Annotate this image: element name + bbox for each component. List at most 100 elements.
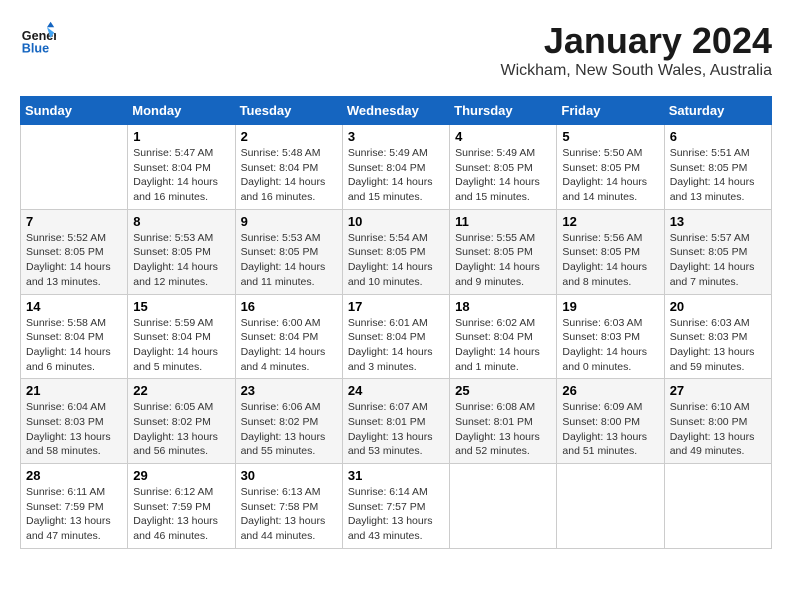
calendar-cell: 30Sunrise: 6:13 AMSunset: 7:58 PMDayligh…	[235, 464, 342, 549]
day-number: 7	[26, 214, 122, 229]
calendar-cell: 23 Sunrise: 6:06 AMSunset: 8:02 PMDayligh…	[235, 379, 342, 464]
calendar-week-row: 14Sunrise: 5:58 AMSunset: 8:04 PMDayligh…	[21, 294, 772, 379]
calendar-cell: 17 Sunrise: 6:01 AMSunset: 8:04 PMDayligh…	[342, 294, 449, 379]
day-info: Sunrise: 6:01 AMSunset: 8:04 PMDaylight:…	[348, 316, 444, 375]
day-info: Sunrise: 5:48 AMSunset: 8:04 PMDaylight:…	[241, 146, 337, 205]
weekday-header-thursday: Thursday	[450, 97, 557, 125]
page-header: General Blue January 2024 Wickham, New S…	[20, 20, 772, 80]
calendar-cell: 28 Sunrise: 6:11 AMSunset: 7:59 PMDayligh…	[21, 464, 128, 549]
day-info: Sunrise: 6:07 AMSunset: 8:01 PMDaylight:…	[348, 400, 444, 459]
calendar-cell: 5 Sunrise: 5:50 AMSunset: 8:05 PMDaylight…	[557, 125, 664, 210]
calendar-cell: 29 Sunrise: 6:12 AMSunset: 7:59 PMDayligh…	[128, 464, 235, 549]
day-info: Sunrise: 5:47 AMSunset: 8:04 PMDaylight:…	[133, 146, 229, 205]
calendar-cell: 3 Sunrise: 5:49 AMSunset: 8:04 PMDaylight…	[342, 125, 449, 210]
month-title: January 2024	[501, 20, 773, 62]
day-number: 31	[348, 468, 444, 483]
day-info: Sunrise: 6:06 AMSunset: 8:02 PMDaylight:…	[241, 400, 337, 459]
day-number: 18	[455, 299, 551, 314]
calendar-cell	[664, 464, 771, 549]
day-info: Sunrise: 5:59 AMSunset: 8:04 PMDaylight:…	[133, 316, 229, 375]
day-info: Sunrise: 5:58 AMSunset: 8:04 PMDaylight:…	[26, 316, 122, 375]
logo: General Blue	[20, 20, 60, 56]
calendar-table: SundayMondayTuesdayWednesdayThursdayFrid…	[20, 96, 772, 549]
day-info: Sunrise: 5:56 AMSunset: 8:05 PMDaylight:…	[562, 231, 658, 290]
calendar-cell: 10 Sunrise: 5:54 AMSunset: 8:05 PMDayligh…	[342, 209, 449, 294]
calendar-cell: 20 Sunrise: 6:03 AMSunset: 8:03 PMDayligh…	[664, 294, 771, 379]
day-info: Sunrise: 6:11 AMSunset: 7:59 PMDaylight:…	[26, 485, 122, 544]
title-block: January 2024 Wickham, New South Wales, A…	[501, 20, 773, 80]
day-number: 13	[670, 214, 766, 229]
day-info: Sunrise: 6:08 AMSunset: 8:01 PMDaylight:…	[455, 400, 551, 459]
day-info: Sunrise: 6:12 AMSunset: 7:59 PMDaylight:…	[133, 485, 229, 544]
day-number: 25	[455, 383, 551, 398]
calendar-cell: 11Sunrise: 5:55 AMSunset: 8:05 PMDayligh…	[450, 209, 557, 294]
calendar-cell: 31 Sunrise: 6:14 AMSunset: 7:57 PMDayligh…	[342, 464, 449, 549]
day-info: Sunrise: 5:49 AMSunset: 8:05 PMDaylight:…	[455, 146, 551, 205]
calendar-cell: 4Sunrise: 5:49 AMSunset: 8:05 PMDaylight…	[450, 125, 557, 210]
location: Wickham, New South Wales, Australia	[501, 62, 773, 80]
calendar-cell: 16 Sunrise: 6:00 AMSunset: 8:04 PMDayligh…	[235, 294, 342, 379]
calendar-cell: 15 Sunrise: 5:59 AMSunset: 8:04 PMDayligh…	[128, 294, 235, 379]
day-number: 16	[241, 299, 337, 314]
day-info: Sunrise: 6:10 AMSunset: 8:00 PMDaylight:…	[670, 400, 766, 459]
day-number: 12	[562, 214, 658, 229]
day-number: 9	[241, 214, 337, 229]
day-info: Sunrise: 5:54 AMSunset: 8:05 PMDaylight:…	[348, 231, 444, 290]
weekday-header-wednesday: Wednesday	[342, 97, 449, 125]
day-info: Sunrise: 5:52 AMSunset: 8:05 PMDaylight:…	[26, 231, 122, 290]
weekday-header-tuesday: Tuesday	[235, 97, 342, 125]
day-number: 23	[241, 383, 337, 398]
logo-icon: General Blue	[20, 20, 56, 56]
day-number: 15	[133, 299, 229, 314]
calendar-cell: 24 Sunrise: 6:07 AMSunset: 8:01 PMDayligh…	[342, 379, 449, 464]
day-number: 24	[348, 383, 444, 398]
day-info: Sunrise: 5:55 AMSunset: 8:05 PMDaylight:…	[455, 231, 551, 290]
weekday-header-friday: Friday	[557, 97, 664, 125]
day-number: 10	[348, 214, 444, 229]
day-info: Sunrise: 6:02 AMSunset: 8:04 PMDaylight:…	[455, 316, 551, 375]
day-number: 19	[562, 299, 658, 314]
calendar-cell	[557, 464, 664, 549]
day-number: 6	[670, 129, 766, 144]
calendar-cell: 19 Sunrise: 6:03 AMSunset: 8:03 PMDayligh…	[557, 294, 664, 379]
weekday-header-monday: Monday	[128, 97, 235, 125]
calendar-week-row: 1 Sunrise: 5:47 AMSunset: 8:04 PMDaylight…	[21, 125, 772, 210]
day-info: Sunrise: 5:49 AMSunset: 8:04 PMDaylight:…	[348, 146, 444, 205]
day-number: 17	[348, 299, 444, 314]
day-info: Sunrise: 5:53 AMSunset: 8:05 PMDaylight:…	[133, 231, 229, 290]
weekday-header-row: SundayMondayTuesdayWednesdayThursdayFrid…	[21, 97, 772, 125]
day-info: Sunrise: 6:05 AMSunset: 8:02 PMDaylight:…	[133, 400, 229, 459]
day-number: 29	[133, 468, 229, 483]
calendar-week-row: 7 Sunrise: 5:52 AMSunset: 8:05 PMDaylight…	[21, 209, 772, 294]
day-number: 22	[133, 383, 229, 398]
calendar-cell: 18 Sunrise: 6:02 AMSunset: 8:04 PMDayligh…	[450, 294, 557, 379]
calendar-cell: 7 Sunrise: 5:52 AMSunset: 8:05 PMDaylight…	[21, 209, 128, 294]
day-number: 30	[241, 468, 337, 483]
day-number: 20	[670, 299, 766, 314]
calendar-cell: 1 Sunrise: 5:47 AMSunset: 8:04 PMDaylight…	[128, 125, 235, 210]
day-info: Sunrise: 6:03 AMSunset: 8:03 PMDaylight:…	[670, 316, 766, 375]
day-info: Sunrise: 6:03 AMSunset: 8:03 PMDaylight:…	[562, 316, 658, 375]
calendar-cell: 12 Sunrise: 5:56 AMSunset: 8:05 PMDayligh…	[557, 209, 664, 294]
weekday-header-saturday: Saturday	[664, 97, 771, 125]
day-number: 1	[133, 129, 229, 144]
calendar-cell: 21Sunrise: 6:04 AMSunset: 8:03 PMDayligh…	[21, 379, 128, 464]
calendar-cell: 9Sunrise: 5:53 AMSunset: 8:05 PMDaylight…	[235, 209, 342, 294]
calendar-cell: 27Sunrise: 6:10 AMSunset: 8:00 PMDayligh…	[664, 379, 771, 464]
day-info: Sunrise: 5:50 AMSunset: 8:05 PMDaylight:…	[562, 146, 658, 205]
day-info: Sunrise: 6:14 AMSunset: 7:57 PMDaylight:…	[348, 485, 444, 544]
calendar-cell: 25 Sunrise: 6:08 AMSunset: 8:01 PMDayligh…	[450, 379, 557, 464]
day-number: 5	[562, 129, 658, 144]
calendar-week-row: 21Sunrise: 6:04 AMSunset: 8:03 PMDayligh…	[21, 379, 772, 464]
calendar-cell: 2Sunrise: 5:48 AMSunset: 8:04 PMDaylight…	[235, 125, 342, 210]
calendar-cell	[21, 125, 128, 210]
day-number: 28	[26, 468, 122, 483]
calendar-cell: 26 Sunrise: 6:09 AMSunset: 8:00 PMDayligh…	[557, 379, 664, 464]
day-info: Sunrise: 6:09 AMSunset: 8:00 PMDaylight:…	[562, 400, 658, 459]
day-number: 26	[562, 383, 658, 398]
day-number: 3	[348, 129, 444, 144]
day-info: Sunrise: 6:04 AMSunset: 8:03 PMDaylight:…	[26, 400, 122, 459]
day-info: Sunrise: 6:00 AMSunset: 8:04 PMDaylight:…	[241, 316, 337, 375]
calendar-cell: 14Sunrise: 5:58 AMSunset: 8:04 PMDayligh…	[21, 294, 128, 379]
svg-text:Blue: Blue	[22, 41, 49, 55]
